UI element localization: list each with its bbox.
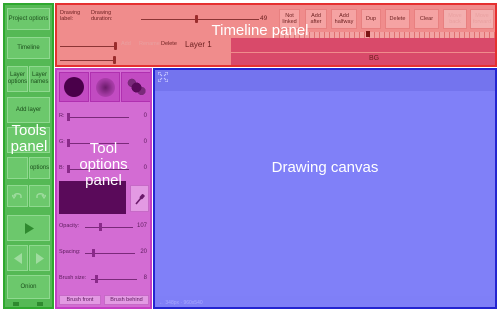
playhead[interactable] bbox=[366, 31, 370, 37]
brush-size-value: 8 bbox=[143, 275, 147, 281]
green-thumb[interactable] bbox=[67, 139, 70, 147]
red-value: 0 bbox=[143, 113, 147, 119]
opacity-thumb[interactable] bbox=[99, 223, 102, 231]
brush-front-button[interactable]: Brush front bbox=[59, 295, 101, 305]
canvas-surface[interactable] bbox=[155, 91, 495, 296]
options-button[interactable]: options bbox=[29, 157, 50, 179]
blue-track[interactable] bbox=[67, 169, 129, 170]
canvas-status-text: ← 348px · 960x540 bbox=[159, 300, 203, 306]
eyedropper-button[interactable] bbox=[130, 185, 149, 212]
green-slider[interactable]: G: 0 bbox=[59, 139, 147, 147]
add-after-button[interactable]: Add after bbox=[305, 9, 327, 29]
layer-options-button[interactable]: Layer options bbox=[7, 66, 28, 92]
layer-name: Layer 1 bbox=[185, 40, 212, 49]
move-back-button[interactable]: Move back bbox=[443, 9, 467, 29]
spacing-slider[interactable]: Spacing: 20 bbox=[59, 249, 147, 257]
eyedropper-icon bbox=[134, 193, 145, 205]
red-track[interactable] bbox=[67, 117, 129, 118]
project-options-button[interactable]: Project options bbox=[7, 8, 50, 30]
red-thumb[interactable] bbox=[67, 113, 70, 121]
brush-size-thumb[interactable] bbox=[95, 275, 98, 283]
tool-options-panel: R: 0 G: 0 B: 0 Opacity: 107 Spacing: 20 … bbox=[55, 68, 152, 309]
undo-button[interactable] bbox=[7, 185, 28, 207]
bg-track[interactable]: BG bbox=[231, 53, 495, 65]
bg-label: BG bbox=[369, 55, 380, 62]
prev-frame-button[interactable] bbox=[7, 245, 28, 271]
dup-button[interactable]: Dup bbox=[361, 9, 381, 29]
duration-slider-track[interactable] bbox=[141, 19, 259, 20]
play-icon bbox=[24, 222, 34, 234]
drawing-label-label: Drawing label: bbox=[60, 10, 81, 23]
bg-opacity-track[interactable] bbox=[60, 60, 115, 61]
duration-slider-thumb[interactable] bbox=[195, 15, 198, 23]
redo-icon bbox=[35, 192, 46, 199]
bg-opacity-thumb[interactable] bbox=[113, 56, 116, 64]
prev-frame-icon bbox=[13, 252, 22, 264]
spacing-label: Spacing: bbox=[59, 249, 81, 255]
opacity-track[interactable] bbox=[85, 227, 133, 228]
brush-preset-soft[interactable] bbox=[90, 72, 120, 102]
onion-slider-handle-right[interactable] bbox=[37, 302, 43, 306]
undo-icon bbox=[11, 192, 22, 199]
blue-slider[interactable]: B: 0 bbox=[59, 165, 147, 173]
tool-button[interactable] bbox=[7, 127, 50, 153]
brush-soft-icon bbox=[96, 78, 115, 97]
green-track[interactable] bbox=[67, 143, 129, 144]
blue-value: 0 bbox=[143, 165, 147, 171]
layer-rename-button[interactable]: Rename bbox=[139, 41, 160, 47]
brush-preset-texture[interactable] bbox=[121, 72, 150, 102]
add-halfway-button[interactable]: Add halfway bbox=[331, 9, 357, 29]
brush-size-slider[interactable]: Brush size: 8 bbox=[59, 275, 147, 283]
brush-preset-hard[interactable] bbox=[59, 72, 89, 102]
next-frame-icon bbox=[35, 252, 44, 264]
onion-button[interactable]: Onion bbox=[7, 275, 50, 299]
layer-opacity-thumb[interactable] bbox=[114, 42, 117, 50]
canvas-top-strip bbox=[155, 70, 495, 91]
layer-1-track[interactable] bbox=[231, 38, 495, 52]
duration-value: 49 bbox=[260, 15, 268, 22]
layer-names-button[interactable]: Layer names bbox=[29, 66, 50, 92]
drawing-canvas[interactable]: ← 348px · 960x540 bbox=[153, 68, 497, 309]
not-linked-button[interactable]: Not linked bbox=[279, 9, 300, 29]
spacing-value: 20 bbox=[140, 249, 147, 255]
add-layer-button[interactable]: Add layer bbox=[7, 97, 50, 123]
layer-opacity-track[interactable] bbox=[60, 46, 115, 47]
play-button[interactable] bbox=[7, 215, 50, 241]
layer-name-cell[interactable]: Layer 1 bbox=[179, 38, 230, 52]
timeline-button[interactable]: Timeline bbox=[7, 37, 50, 59]
green-value: 0 bbox=[143, 139, 147, 145]
onion-slider-handle-left[interactable] bbox=[13, 302, 19, 306]
brush-size-label: Brush size: bbox=[59, 275, 87, 281]
brush-behind-button[interactable]: Brush behind bbox=[104, 295, 149, 305]
opacity-value: 107 bbox=[136, 223, 147, 229]
redo-button[interactable] bbox=[29, 185, 50, 207]
layer-add-button[interactable]: Add bbox=[121, 41, 131, 47]
layer-delete-button[interactable]: Delete bbox=[161, 41, 177, 47]
green-label: G: bbox=[59, 139, 65, 145]
blue-thumb[interactable] bbox=[67, 165, 70, 173]
color-swatch[interactable] bbox=[59, 181, 126, 214]
timeline-panel: Drawing label: Drawing duration: 49 Not … bbox=[55, 3, 497, 67]
tool-button-2[interactable] bbox=[7, 157, 28, 179]
clear-button[interactable]: Clear bbox=[414, 9, 439, 29]
delete-drawing-button[interactable]: Delete bbox=[385, 9, 410, 29]
red-label: R: bbox=[59, 113, 65, 119]
red-slider[interactable]: R: 0 bbox=[59, 113, 147, 121]
brush-hard-icon bbox=[64, 77, 84, 97]
layer-row-controls bbox=[60, 41, 120, 51]
tools-panel: Project options Timeline Layer options L… bbox=[3, 3, 54, 309]
next-frame-button[interactable] bbox=[29, 245, 50, 271]
move-forward-button[interactable]: Move forward bbox=[470, 9, 494, 29]
brush-texture-icon bbox=[125, 76, 148, 99]
spacing-thumb[interactable] bbox=[92, 249, 95, 257]
opacity-label: Opacity: bbox=[59, 223, 80, 229]
opacity-slider[interactable]: Opacity: 107 bbox=[59, 223, 147, 231]
fullscreen-icon[interactable] bbox=[158, 72, 168, 82]
drawing-duration-label: Drawing duration: bbox=[91, 10, 113, 23]
blue-label: B: bbox=[59, 165, 65, 171]
